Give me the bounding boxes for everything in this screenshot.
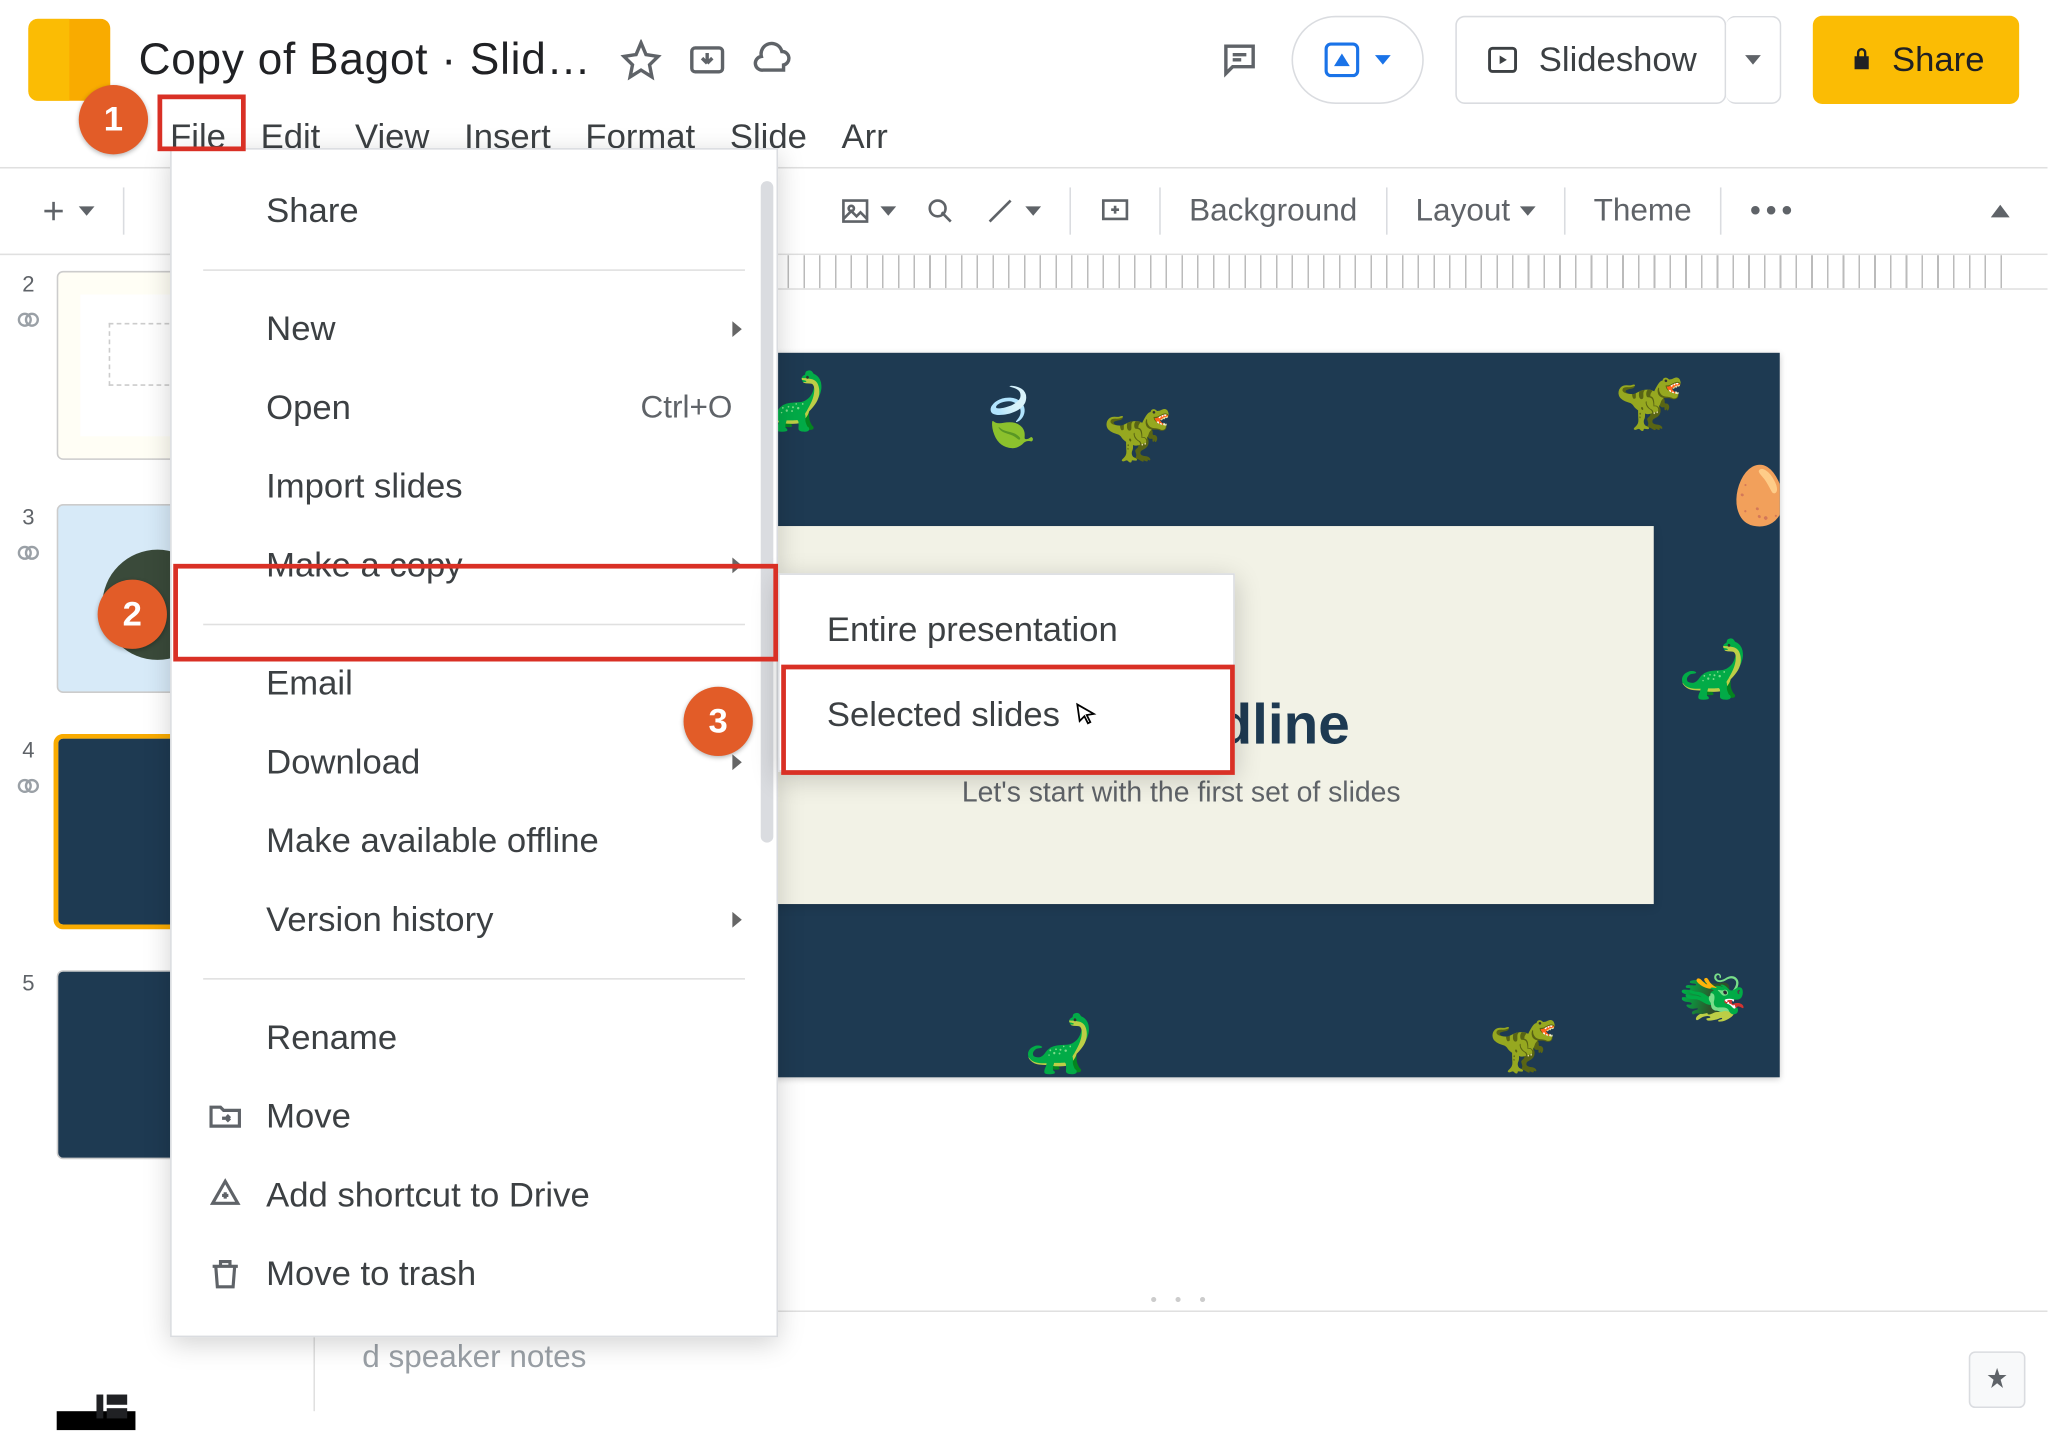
menu-item-import-slides[interactable]: Import slides (172, 447, 777, 526)
menu-item-label: Email (266, 663, 353, 704)
dropdown-scrollbar[interactable] (758, 165, 777, 1319)
trash-icon (206, 1255, 244, 1293)
menu-item-label: Rename (266, 1017, 397, 1058)
menu-item-new[interactable]: New (172, 290, 777, 369)
present-icon (1325, 43, 1360, 78)
cloud-status-icon[interactable] (752, 39, 793, 80)
shape-button[interactable] (925, 195, 957, 227)
share-label: Share (1892, 39, 1984, 80)
thumb-number: 3 (22, 504, 34, 529)
collapse-toolbar-icon[interactable] (1991, 205, 2010, 218)
annotation-badge-1: 1 (79, 85, 148, 154)
menu-item-label: Move to trash (266, 1254, 476, 1295)
present-button[interactable] (1292, 16, 1424, 104)
play-rect-icon (1485, 43, 1520, 78)
submenu-item-label: Entire presentation (827, 610, 1118, 651)
lock-icon (1848, 46, 1876, 74)
submenu-arrow-icon (732, 754, 741, 770)
chevron-down-icon (1520, 206, 1536, 215)
comment-button[interactable] (1099, 195, 1131, 227)
menu-item-label: Move (266, 1096, 351, 1137)
slideshow-dropdown[interactable] (1727, 16, 1782, 104)
folder-move-icon (206, 1098, 244, 1136)
drive-shortcut-icon (206, 1177, 244, 1215)
menu-item-label: Version history (266, 899, 493, 940)
document-title[interactable]: Copy of Bagot · Slid… (139, 35, 592, 85)
transition-icon (14, 539, 42, 567)
notes-placeholder: d speaker notes (362, 1340, 586, 1375)
submenu-arrow-icon (732, 558, 741, 574)
comment-history-icon[interactable] (1219, 39, 1260, 80)
annotation-badge-3: 3 (684, 687, 753, 756)
chevron-down-icon (1746, 55, 1762, 64)
background-button[interactable]: Background (1189, 193, 1357, 229)
grid-view-icon[interactable] (91, 1386, 132, 1427)
explore-button[interactable] (1969, 1351, 2026, 1408)
menu-item-label: Download (266, 742, 420, 783)
chevron-down-icon (1025, 206, 1041, 215)
menu-item-share[interactable]: Share (172, 172, 777, 251)
menu-item-version-history[interactable]: Version history (172, 880, 777, 959)
chevron-down-icon (880, 206, 896, 215)
shortcut-label: Ctrl+O (640, 390, 732, 426)
menu-item-label: Make available offline (266, 821, 599, 862)
menu-item-trash[interactable]: Move to trash (172, 1235, 777, 1314)
menu-item-move[interactable]: Move (172, 1077, 777, 1156)
menu-item-rename[interactable]: Rename (172, 999, 777, 1078)
slideshow-label: Slideshow (1539, 39, 1697, 80)
thumb-number: 5 (22, 970, 34, 995)
slideshow-button[interactable]: Slideshow (1455, 16, 1726, 104)
layout-button[interactable]: Layout (1416, 193, 1536, 229)
menu-item-label: Make a copy (266, 545, 462, 586)
title-icons (620, 39, 793, 80)
submenu-entire-presentation[interactable]: Entire presentation (780, 587, 1234, 672)
menu-item-make-a-copy[interactable]: Make a copy (172, 526, 777, 605)
submenu-selected-slides[interactable]: Selected slides (780, 673, 1234, 758)
move-to-folder-icon[interactable] (686, 39, 727, 80)
menu-item-label: Add shortcut to Drive (266, 1175, 590, 1216)
cursor-icon (1073, 701, 1101, 729)
title-bar: Copy of Bagot · Slid… Slideshow (0, 0, 2048, 104)
menu-arrange[interactable]: Arr (842, 117, 888, 158)
insert-image-button[interactable] (839, 195, 896, 227)
transition-icon (14, 772, 42, 800)
chevron-down-icon (79, 206, 95, 215)
layout-label: Layout (1416, 193, 1511, 229)
menu-item-label: New (266, 309, 335, 350)
google-slides-app: Copy of Bagot · Slid… Slideshow (0, 0, 2048, 1430)
thumb-number: 2 (22, 271, 34, 296)
line-button[interactable] (984, 195, 1041, 227)
menu-item-label: Import slides (266, 466, 462, 507)
slide-subtitle[interactable]: Let's start with the first set of slides (962, 776, 1401, 809)
submenu-item-label: Selected slides (827, 695, 1060, 736)
menu-item-label: Share (266, 191, 358, 232)
menu-item-offline[interactable]: Make available offline (172, 802, 777, 881)
file-menu-dropdown: Share New Open Ctrl+O Import slides Make … (170, 148, 778, 1337)
menu-item-open[interactable]: Open Ctrl+O (172, 369, 777, 448)
header-actions: Slideshow Share (1219, 16, 2019, 104)
annotation-badge-2: 2 (98, 580, 167, 649)
menu-item-add-shortcut[interactable]: Add shortcut to Drive (172, 1156, 777, 1235)
submenu-arrow-icon (732, 321, 741, 337)
transition-icon (14, 306, 42, 334)
share-button[interactable]: Share (1813, 16, 2019, 104)
thumb-number: 4 (22, 737, 34, 762)
theme-button[interactable]: Theme (1594, 193, 1692, 229)
menu-item-label: Open (266, 387, 351, 428)
submenu-arrow-icon (732, 912, 741, 928)
new-slide-button[interactable] (38, 195, 95, 227)
star-icon[interactable] (620, 39, 661, 80)
make-a-copy-submenu: Entire presentation Selected slides (778, 573, 1235, 771)
more-button[interactable]: ••• (1750, 193, 1797, 229)
chevron-down-icon (1375, 55, 1391, 64)
